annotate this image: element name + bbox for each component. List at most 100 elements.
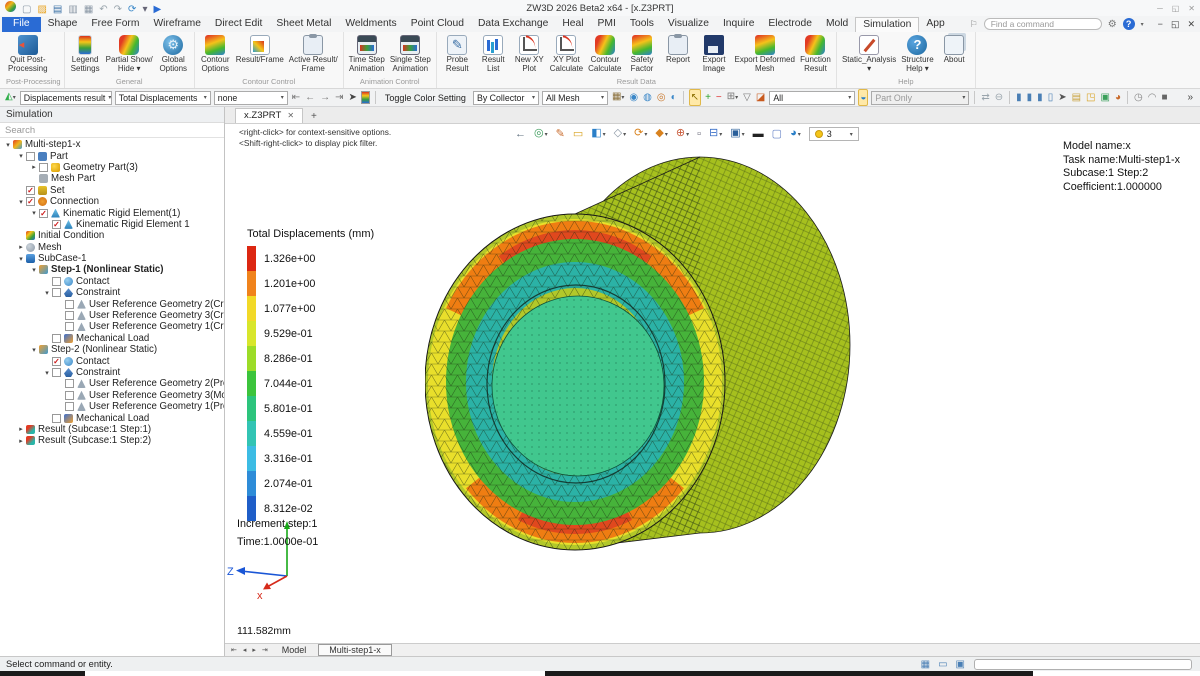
menu-inquire[interactable]: Inquire — [716, 17, 761, 32]
menu-visualize[interactable]: Visualize — [661, 17, 716, 32]
history-button[interactable]: ◷ — [1133, 90, 1144, 105]
qat-customize-button[interactable]: ▾ — [142, 4, 147, 15]
prev-frame-button[interactable]: ← — [304, 90, 316, 105]
tree-item-user-reference-geometry-3-modified[interactable]: User Reference Geometry 3(Modified) — [0, 390, 224, 401]
collapse-icon[interactable]: ▾ — [16, 152, 26, 160]
checkbox[interactable] — [52, 288, 61, 297]
quit-post-button[interactable]: Quit Post- Processing — [6, 34, 50, 74]
expand-icon[interactable]: ▸ — [29, 163, 39, 171]
align-top-button[interactable]: ▯ — [1047, 90, 1055, 105]
menu-free-form[interactable]: Free Form — [84, 17, 146, 32]
collapse-icon[interactable]: ▾ — [16, 255, 26, 263]
structure-button[interactable]: Structure Help ▾ — [899, 34, 935, 74]
expand-icon[interactable]: ▸ — [16, 243, 26, 251]
checkbox[interactable] — [39, 163, 48, 172]
sync-views-button[interactable]: ⇄ — [980, 90, 990, 105]
result-component-select[interactable]: Total Displacements▾ — [115, 91, 211, 105]
light-count-dropdown[interactable]: 3▾ — [809, 127, 859, 141]
global-button[interactable]: Global Options — [156, 34, 191, 74]
lasso-button[interactable]: ◠ — [1147, 90, 1158, 105]
export-deformed-button[interactable]: Export Deformed Mesh — [732, 34, 796, 74]
expand-icon[interactable]: ▸ — [16, 425, 26, 433]
tree-search-input[interactable] — [0, 123, 224, 138]
probe-marker-button[interactable]: ◎ — [656, 90, 667, 105]
new-file-button[interactable]: ▢ — [22, 4, 31, 15]
menu-tools[interactable]: Tools — [623, 17, 661, 32]
next-frame-button[interactable]: → — [319, 90, 331, 105]
tree-item-user-reference-geometry-2-propagated[interactable]: User Reference Geometry 2(Propagated) — [0, 378, 224, 389]
report-button[interactable]: Report — [660, 34, 695, 65]
expand-icon[interactable]: ▸ — [16, 437, 26, 445]
tab-close-icon[interactable]: ✕ — [287, 111, 294, 120]
menu-data-exchange[interactable]: Data Exchange — [471, 17, 555, 32]
tree-item-step-1-nonlinear-static[interactable]: ▾Step-1 (Nonlinear Static) — [0, 264, 224, 275]
wireframe-button[interactable]: ◇▾ — [614, 126, 626, 142]
tree-item-kinematic-rigid-element-1[interactable]: ✓Kinematic Rigid Element 1 — [0, 219, 224, 230]
tree-item-user-reference-geometry-3-created[interactable]: User Reference Geometry 3(Created) — [0, 310, 224, 321]
tree-item-user-reference-geometry-2-created[interactable]: User Reference Geometry 2(Created) — [0, 298, 224, 309]
checkbox[interactable] — [52, 368, 61, 377]
result-set-select[interactable]: Displacements result▾ — [20, 91, 112, 105]
new-xy-button[interactable]: New XY Plot — [512, 34, 547, 74]
result-frame-button[interactable]: Result/Frame — [234, 34, 286, 65]
checkbox[interactable] — [65, 379, 74, 388]
frame-select[interactable]: none▾ — [214, 91, 288, 105]
new-tab-button[interactable]: + — [303, 111, 325, 123]
static-analysis-button[interactable]: Static_Analysis ▾ — [840, 34, 898, 74]
tree-item-multi-step1-x[interactable]: ▾Multi-step1-x — [0, 139, 224, 150]
scope-select[interactable]: Part Only▾ — [871, 91, 969, 105]
doc-minimize-button[interactable]: − — [1158, 19, 1163, 29]
checkbox[interactable] — [26, 152, 35, 161]
probe-button[interactable]: Probe Result — [440, 34, 475, 74]
stats-button[interactable]: ◕ — [1114, 90, 1122, 105]
tree-item-part[interactable]: ▾Part — [0, 150, 224, 161]
help-icon[interactable]: ? — [1123, 18, 1135, 30]
mesh-display-button[interactable]: ▦▾ — [611, 89, 625, 106]
view-cube-button[interactable]: ◆▾ — [655, 126, 667, 142]
collapse-icon[interactable]: ▾ — [29, 209, 39, 217]
menu-simulation[interactable]: Simulation — [855, 17, 919, 32]
menu-point-cloud[interactable]: Point Cloud — [404, 17, 471, 32]
frame-small-button[interactable]: ▫ — [697, 127, 701, 141]
tree-item-constraint[interactable]: ▾Constraint — [0, 287, 224, 298]
xy-plot-button[interactable]: XY Plot Calculate — [548, 34, 585, 74]
filter-chart-button[interactable]: ◪ — [755, 90, 766, 105]
tree-item-set[interactable]: ✓Set — [0, 185, 224, 196]
section-view-button[interactable]: ◍ — [642, 90, 653, 105]
save-button[interactable]: ▤ — [53, 4, 62, 15]
contour-button[interactable]: Contour Calculate — [586, 34, 623, 74]
collapse-icon[interactable]: ▾ — [42, 369, 52, 377]
tree-item-constraint[interactable]: ▾Constraint — [0, 367, 224, 378]
checkbox[interactable]: ✓ — [26, 186, 35, 195]
mesh-scope-select[interactable]: All Mesh▾ — [542, 91, 608, 105]
axis-triad[interactable]: Z x — [225, 520, 335, 605]
export-folder-button[interactable]: ◳ — [1085, 90, 1096, 105]
sheet-tab-model[interactable]: Model — [272, 645, 317, 655]
menu-weldments[interactable]: Weldments — [338, 17, 403, 32]
legend-button[interactable]: Legend Settings — [68, 34, 103, 74]
help-dropdown-icon[interactable]: ▾ — [1141, 21, 1144, 28]
menu-sheet-metal[interactable]: Sheet Metal — [269, 17, 338, 32]
tree-item-mesh[interactable]: ▸Mesh — [0, 242, 224, 253]
menu-app[interactable]: App — [919, 17, 951, 32]
result-display-button[interactable]: ◭▾ — [4, 89, 17, 106]
probe-tool-button[interactable]: ✎ — [556, 127, 565, 141]
menu-wireframe[interactable]: Wireframe — [146, 17, 207, 32]
remove-selection-button[interactable]: − — [715, 90, 723, 105]
align-right-button[interactable]: ▮ — [1036, 90, 1044, 105]
tree-item-mechanical-load[interactable]: Mechanical Load — [0, 412, 224, 423]
shade-mode-button[interactable]: ◧▾ — [591, 126, 605, 142]
checkbox[interactable]: ✓ — [26, 197, 35, 206]
window-select-button[interactable]: ⊞▾ — [726, 89, 739, 106]
time-step-button[interactable]: Time Step Animation — [347, 34, 387, 74]
scope-globe-button[interactable]: ◒ — [858, 89, 868, 106]
collapse-icon[interactable]: ▾ — [29, 346, 39, 354]
document-tab[interactable]: x.Z3PRT ✕ — [235, 108, 303, 123]
last-sheet-button[interactable]: ⇥ — [260, 646, 270, 654]
exit-view-button[interactable]: ← — [515, 127, 526, 141]
checkbox[interactable] — [65, 322, 74, 331]
tree-item-initial-condition[interactable]: Initial Condition — [0, 230, 224, 241]
regen-button[interactable]: ⟳ — [128, 4, 136, 15]
menu-direct-edit[interactable]: Direct Edit — [208, 17, 270, 32]
rotate-view-button[interactable]: ⟳▾ — [634, 126, 647, 142]
